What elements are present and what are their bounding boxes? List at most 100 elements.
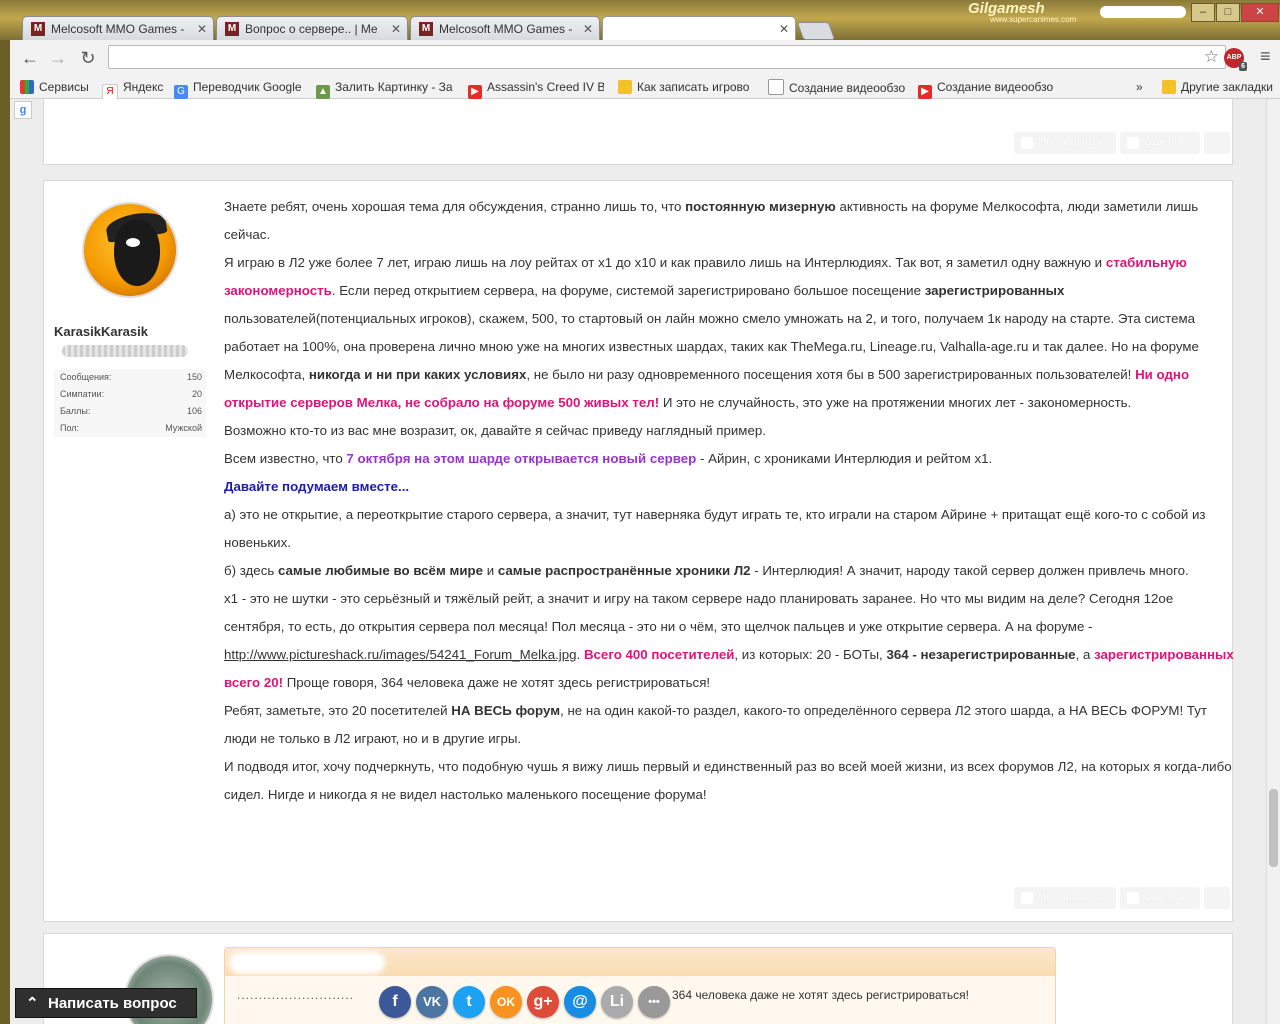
adblock-icon[interactable]: ABP 6 xyxy=(1224,48,1247,71)
youtube-icon: ▶ xyxy=(468,85,482,99)
other-bookmarks[interactable]: Другие закладки xyxy=(1162,79,1273,95)
youtube-icon: ▶ xyxy=(918,85,932,99)
text: и xyxy=(483,563,498,578)
other-bookmarks-label: Другие закладки xyxy=(1181,80,1273,94)
facebook-share-icon[interactable]: f xyxy=(379,986,411,1018)
bookmark-upload[interactable]: ▲ Залить Картинку - За xyxy=(316,79,456,99)
bookmark-translate[interactable]: G Переводчик Google xyxy=(174,79,310,99)
highlight-text: 7 октября на этом шарде открывается новы… xyxy=(346,451,697,466)
vk-share-icon[interactable]: VK xyxy=(416,986,448,1018)
avatar[interactable] xyxy=(82,202,178,298)
apps-grid-icon xyxy=(20,80,34,94)
tab-3[interactable]: M Melcosoft MMO Games - ✕ xyxy=(410,16,600,40)
bold-text: зарегистрированных xyxy=(924,283,1065,298)
new-tab-button[interactable] xyxy=(796,22,836,40)
tab-close-icon[interactable]: ✕ xyxy=(391,17,401,40)
text: , не было ни разу одновременного посещен… xyxy=(526,367,1136,382)
desktop-edge xyxy=(0,40,10,1024)
bookmark-record[interactable]: Как записать игрово xyxy=(618,79,756,95)
post-author[interactable]: KarasikKarasik xyxy=(54,324,148,339)
quote-block: ........................... xyxy=(224,947,1056,1024)
reply-button[interactable]: Ответить xyxy=(1120,132,1200,154)
folder-icon xyxy=(1162,80,1176,94)
stat-label: Пол: xyxy=(60,423,80,433)
text: Проще говоря, 364 человека даже не хотят… xyxy=(283,675,711,690)
bookmark-label: Создание видеообзо xyxy=(937,80,1054,94)
share-arrow-button[interactable] xyxy=(1204,132,1230,154)
stat-label: Баллы: xyxy=(60,406,91,416)
text: . xyxy=(576,647,584,662)
livejournal-share-icon[interactable]: Li xyxy=(601,986,633,1018)
text: Знаете ребят, очень хорошая тема для обс… xyxy=(224,199,686,214)
like-button[interactable]: Мне нравится xyxy=(1014,887,1116,909)
bookmark-services[interactable]: Сервисы xyxy=(20,79,100,95)
bookmark-video2[interactable]: ▶ Создание видеообзо xyxy=(918,79,1056,99)
wallpaper-watermark-url: www.supercanimes.com xyxy=(990,15,1077,24)
text: , из которых: 20 - БОТы, xyxy=(734,647,887,662)
scrollbar-thumb[interactable] xyxy=(1269,789,1278,867)
more-share-icon[interactable]: ••• xyxy=(638,986,670,1018)
paragraph: Знаете ребят, очень хорошая тема для обс… xyxy=(224,193,1234,249)
mail-share-icon[interactable]: @ xyxy=(564,986,596,1018)
google-translate-icon: G xyxy=(174,85,188,99)
maximize-button[interactable]: □ xyxy=(1216,3,1240,22)
tab-close-icon[interactable]: ✕ xyxy=(583,17,593,40)
minimize-button[interactable]: – xyxy=(1191,3,1215,22)
reply-label: Ответить xyxy=(1144,892,1187,903)
chrome-menu-icon[interactable]: ≡ xyxy=(1260,46,1271,67)
image-upload-icon: ▲ xyxy=(316,85,330,99)
tab-2[interactable]: M Вопрос о сервере.. | Me ✕ xyxy=(216,16,408,40)
paragraph: Всем известно, что 7 октября на этом шар… xyxy=(224,445,1234,473)
tab-title: Melcosoft MMO Games - xyxy=(51,22,185,36)
tab-close-icon[interactable]: ✕ xyxy=(197,17,207,40)
tab-title: Melcosoft MMO Games - xyxy=(439,22,573,36)
thumbs-up-icon xyxy=(1021,137,1033,149)
stat-label: Симпатии: xyxy=(60,389,105,399)
yandex-icon: Я xyxy=(102,84,118,100)
like-button[interactable]: Мне нравится xyxy=(1014,132,1116,154)
bookmark-yandex[interactable]: Я Яндекс xyxy=(102,79,172,100)
google-plus-share-icon[interactable]: g+ xyxy=(527,986,559,1018)
bold-text: постоянную мизерную xyxy=(685,199,836,214)
previous-post: Мне нравится Ответить xyxy=(43,99,1233,165)
bookmark-star-icon[interactable]: ☆ xyxy=(1204,47,1219,67)
browser-toolbar: ← → ↻ ☆ ABP 6 ≡ xyxy=(10,40,1280,77)
tab-4-active[interactable]: ✕ xyxy=(602,16,796,40)
reload-icon[interactable]: ↻ xyxy=(76,46,100,70)
tab-close-icon[interactable]: ✕ xyxy=(779,17,789,40)
redacted-date xyxy=(194,893,306,909)
paragraph: а) это не открытие, а переоткрытие старо… xyxy=(224,507,1206,550)
window-controls: – □ ✕ xyxy=(1190,2,1279,22)
redacted-region xyxy=(1100,6,1186,18)
text: . Если перед открытием сервера, на форум… xyxy=(331,283,925,298)
twitter-share-icon[interactable]: t xyxy=(453,986,485,1018)
paragraph: Я играю в Л2 уже более 7 лет, играю лишь… xyxy=(224,249,1234,417)
share-arrow-button[interactable] xyxy=(1204,887,1230,909)
back-arrow-icon[interactable]: ← xyxy=(18,46,42,70)
bookmark-label: Переводчик Google xyxy=(193,80,302,94)
bookmark-assassins[interactable]: ▶ Assassin's Creed IV Bl xyxy=(468,79,604,99)
tab-1[interactable]: M Melcosoft MMO Games - ✕ xyxy=(22,16,214,40)
stat-value: 150 xyxy=(186,372,202,382)
bookmarks-bar: Сервисы Я Яндекс G Переводчик Google ▲ Зали… xyxy=(10,76,1280,100)
reply-button[interactable]: Ответить xyxy=(1120,887,1200,909)
adblock-label: ABP xyxy=(1226,54,1242,61)
melcosoft-favicon-icon: M xyxy=(31,22,45,36)
melcosoft-favicon-icon: M xyxy=(225,22,239,36)
tab-title: Вопрос о сервере.. | Me xyxy=(245,22,378,36)
stat-gender: Пол: Мужской xyxy=(54,420,206,437)
stat-label: Сообщения: xyxy=(60,372,112,382)
odnoklassniki-share-icon[interactable]: OK xyxy=(490,986,522,1018)
window-titlebar: Gilgamesh www.supercanimes.com M Melcoso… xyxy=(0,0,1280,40)
stat-likes: Симпатии: 20 xyxy=(54,386,206,403)
bookmarks-overflow[interactable]: » xyxy=(1136,79,1143,95)
ask-question-button[interactable]: ⌃ Написать вопрос xyxy=(15,988,197,1018)
bold-text: самые любимые во всём мире xyxy=(277,563,484,578)
forward-arrow-icon[interactable]: → xyxy=(46,46,70,70)
bookmark-video1[interactable]: Создание видеообзо xyxy=(768,79,906,96)
vertical-scrollbar[interactable] xyxy=(1266,99,1280,1024)
image-link[interactable]: http://www.pictureshack.ru/images/54241_… xyxy=(224,647,577,662)
address-bar[interactable]: ☆ xyxy=(108,45,1226,69)
close-window-button[interactable]: ✕ xyxy=(1241,3,1279,22)
google-toolbar-icon[interactable]: g xyxy=(14,101,32,119)
